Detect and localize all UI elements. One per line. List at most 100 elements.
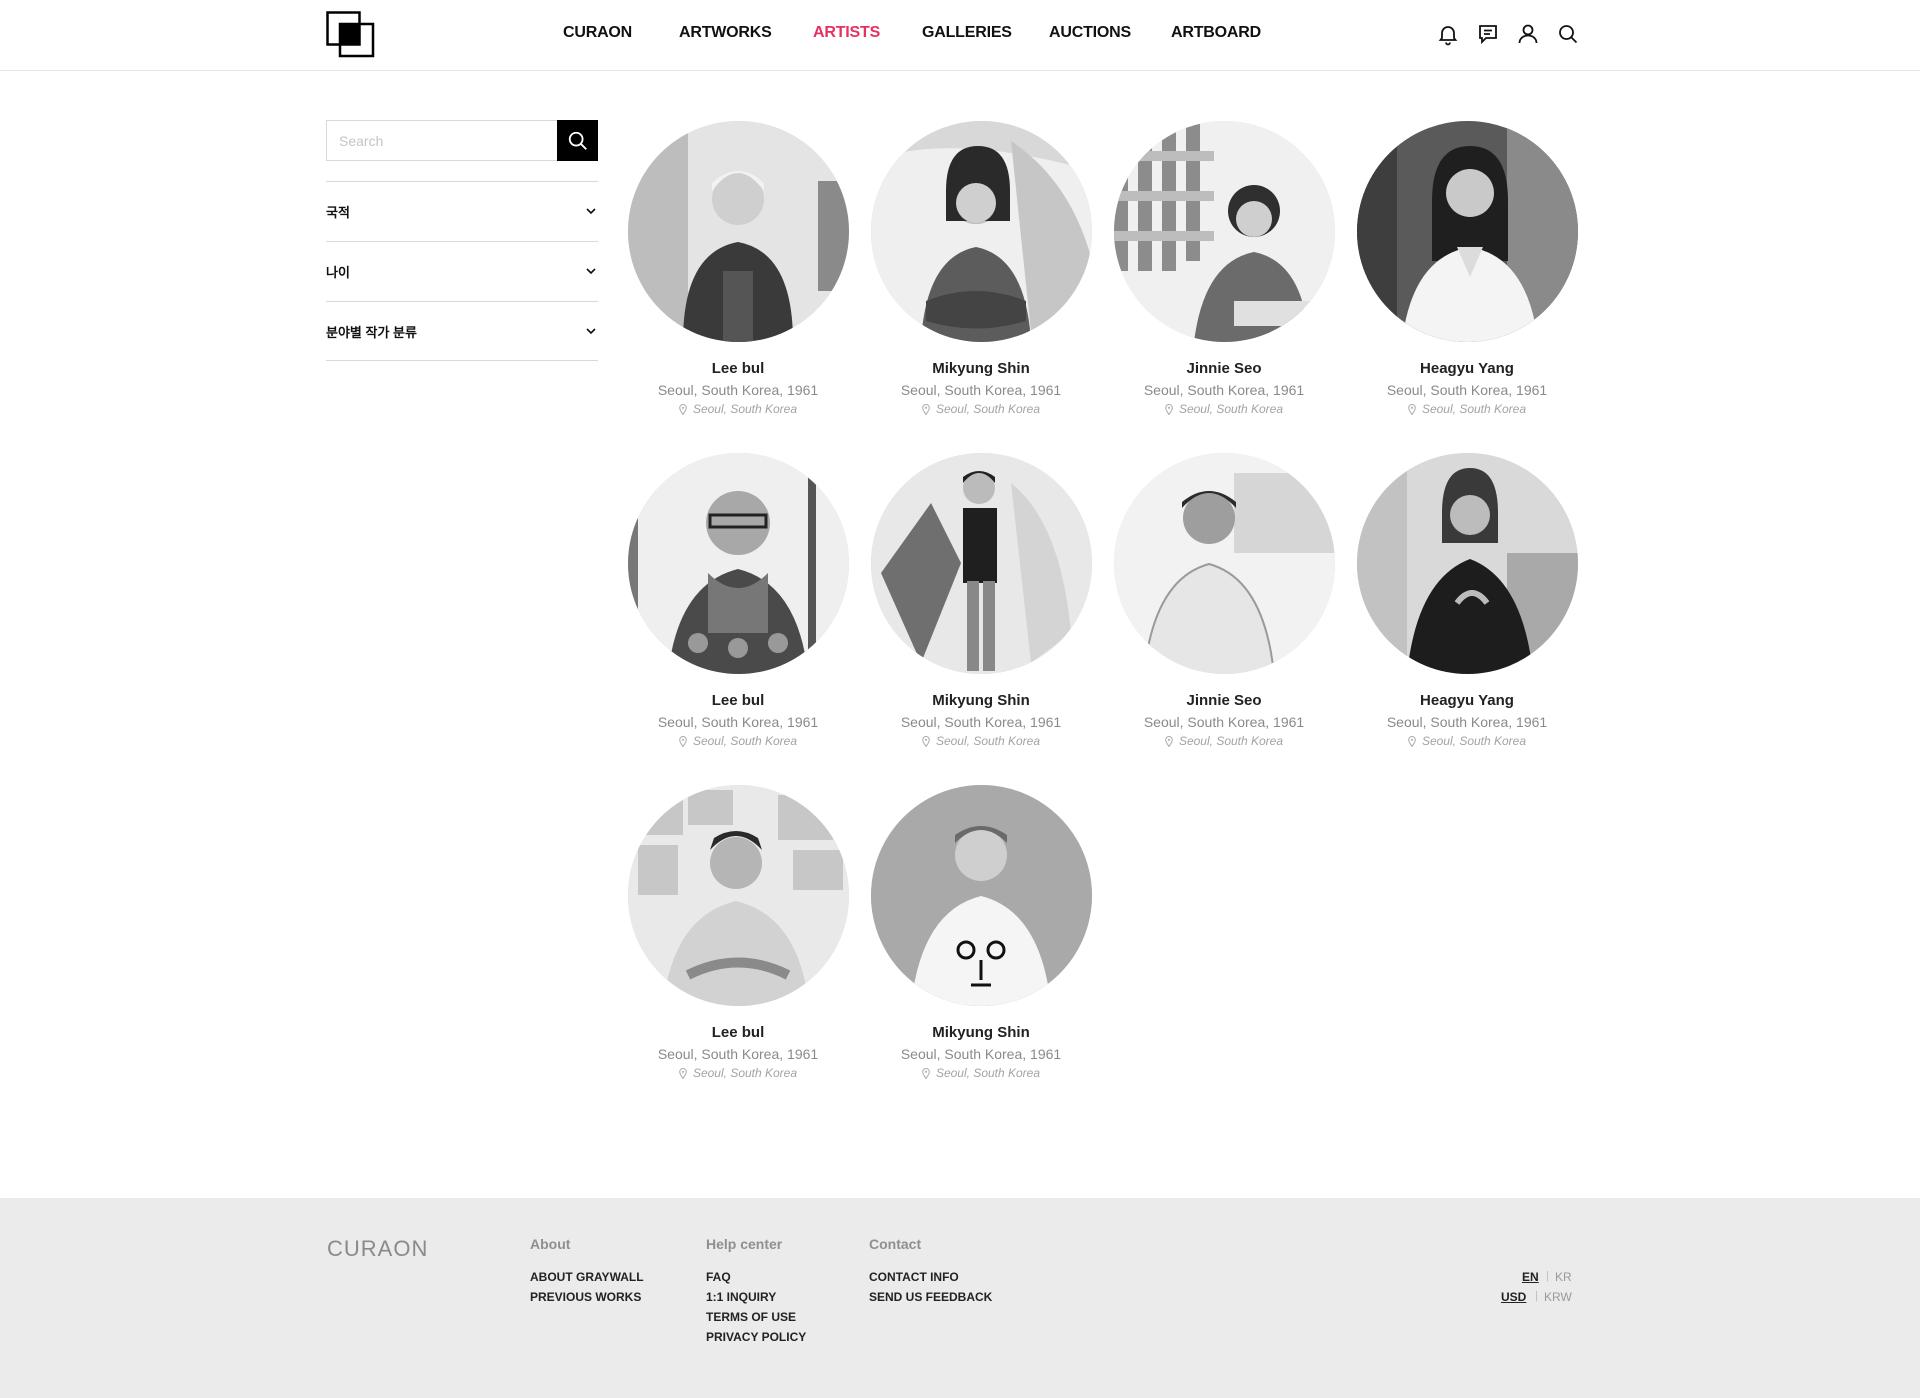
location-pin-icon bbox=[679, 403, 687, 415]
location-pin-icon bbox=[922, 403, 930, 415]
filter-nationality[interactable]: 국적 bbox=[326, 181, 598, 241]
nav-artboard[interactable]: ARTBOARD bbox=[1171, 24, 1261, 42]
location-text: Seoul, South Korea bbox=[1178, 402, 1284, 416]
filter-age[interactable]: 나이 bbox=[326, 241, 598, 301]
artist-card[interactable]: Mikyung Shin Seoul, South Korea, 1961 Se… bbox=[870, 453, 1092, 748]
location-text: Seoul, South Korea bbox=[935, 1066, 1041, 1080]
artist-name: Heagyu Yang bbox=[1420, 360, 1514, 377]
language-kr[interactable]: KR bbox=[1555, 1270, 1572, 1284]
artist-location: Seoul, South Korea bbox=[1113, 402, 1335, 416]
footer-link-privacy[interactable]: PRIVACY POLICY bbox=[706, 1330, 806, 1344]
footer-help-title: Help center bbox=[706, 1236, 783, 1252]
artist-info: Seoul, South Korea, 1961 bbox=[657, 382, 819, 398]
artist-location: Seoul, South Korea bbox=[627, 1066, 849, 1080]
filter-label: 분야별 작가 분류 bbox=[326, 325, 417, 340]
artist-card[interactable]: Jinnie Seo Seoul, South Korea, 1961 Seou… bbox=[1113, 121, 1335, 416]
footer-link-feedback[interactable]: SEND US FEEDBACK bbox=[869, 1290, 992, 1304]
artist-card[interactable]: Mikyung Shin Seoul, South Korea, 1961 Se… bbox=[870, 121, 1092, 416]
artist-info: Seoul, South Korea, 1961 bbox=[1386, 714, 1548, 730]
artist-info: Seoul, South Korea, 1961 bbox=[1386, 382, 1548, 398]
artist-photo bbox=[627, 785, 849, 1006]
nav-auctions[interactable]: AUCTIONS bbox=[1049, 24, 1131, 42]
artist-info: Seoul, South Korea, 1961 bbox=[1143, 714, 1305, 730]
nav-artists[interactable]: ARTISTS bbox=[813, 24, 880, 42]
main-nav: CURAON ARTWORKS ARTISTS GALLERIES AUCTIO… bbox=[0, 0, 1920, 71]
site-footer: CURAON About ABOUT GRAYWALL PREVIOUS WOR… bbox=[0, 1198, 1920, 1398]
location-text: Seoul, South Korea bbox=[1421, 402, 1527, 416]
location-pin-icon bbox=[679, 1067, 687, 1079]
search-button[interactable] bbox=[557, 120, 598, 161]
artist-info: Seoul, South Korea, 1961 bbox=[900, 714, 1062, 730]
artist-photo bbox=[870, 453, 1092, 674]
artist-location: Seoul, South Korea bbox=[870, 402, 1092, 416]
artist-card[interactable]: Lee bul Seoul, South Korea, 1961 Seoul, … bbox=[627, 785, 849, 1080]
nav-artworks[interactable]: ARTWORKS bbox=[679, 24, 772, 42]
artist-card[interactable]: Lee bul Seoul, South Korea, 1961 Seoul, … bbox=[627, 121, 849, 416]
filter-label: 국적 bbox=[326, 205, 350, 220]
artist-location: Seoul, South Korea bbox=[627, 734, 849, 748]
artist-location: Seoul, South Korea bbox=[627, 402, 849, 416]
artist-card[interactable]: Jinnie Seo Seoul, South Korea, 1961 Seou… bbox=[1113, 453, 1335, 748]
artist-name: Mikyung Shin bbox=[932, 1024, 1030, 1041]
bell-icon[interactable] bbox=[1436, 22, 1460, 46]
artist-card[interactable]: Heagyu Yang Seoul, South Korea, 1961 Seo… bbox=[1356, 121, 1578, 416]
search-icon bbox=[568, 131, 587, 150]
footer-link-terms[interactable]: TERMS OF USE bbox=[706, 1310, 796, 1324]
search-icon[interactable] bbox=[1556, 22, 1580, 46]
footer-link-faq[interactable]: FAQ bbox=[706, 1270, 731, 1284]
artist-location: Seoul, South Korea bbox=[870, 734, 1092, 748]
artist-card[interactable]: Heagyu Yang Seoul, South Korea, 1961 Seo… bbox=[1356, 453, 1578, 748]
footer-brand[interactable]: CURAON bbox=[327, 1236, 428, 1262]
footer-link-previous-works[interactable]: PREVIOUS WORKS bbox=[530, 1290, 641, 1304]
chevron-down-icon bbox=[586, 208, 596, 215]
search-input[interactable] bbox=[326, 120, 558, 161]
artist-name: Heagyu Yang bbox=[1420, 692, 1514, 709]
artist-card[interactable]: Lee bul Seoul, South Korea, 1961 Seoul, … bbox=[627, 453, 849, 748]
artist-info: Seoul, South Korea, 1961 bbox=[657, 714, 819, 730]
nav-galleries[interactable]: GALLERIES bbox=[922, 24, 1012, 42]
location-pin-icon bbox=[922, 735, 930, 747]
artist-name: Mikyung Shin bbox=[932, 692, 1030, 709]
artist-info: Seoul, South Korea, 1961 bbox=[900, 1046, 1062, 1062]
filter-field[interactable]: 분야별 작가 분류 bbox=[326, 301, 598, 361]
artist-photo bbox=[1113, 121, 1335, 342]
footer-link-contact-info[interactable]: CONTACT INFO bbox=[869, 1270, 959, 1284]
artist-photo bbox=[1113, 453, 1335, 674]
nav-curaon[interactable]: CURAON bbox=[563, 24, 632, 42]
chevron-down-icon bbox=[586, 268, 596, 275]
artist-info: Seoul, South Korea, 1961 bbox=[900, 382, 1062, 398]
artist-photo bbox=[627, 453, 849, 674]
artist-name: Lee bul bbox=[711, 1024, 765, 1041]
currency-krw[interactable]: KRW bbox=[1544, 1290, 1572, 1304]
artist-location: Seoul, South Korea bbox=[1356, 734, 1578, 748]
artist-search bbox=[326, 120, 598, 161]
user-icon[interactable] bbox=[1516, 22, 1540, 46]
artist-photo bbox=[1356, 453, 1578, 674]
artist-name: Jinnie Seo bbox=[1186, 692, 1262, 709]
message-icon[interactable] bbox=[1476, 22, 1500, 46]
footer-about-title: About bbox=[530, 1236, 571, 1252]
location-pin-icon bbox=[1165, 735, 1173, 747]
language-en[interactable]: EN bbox=[1522, 1270, 1539, 1284]
footer-link-inquiry[interactable]: 1:1 INQUIRY bbox=[706, 1290, 776, 1304]
filter-label: 나이 bbox=[326, 265, 350, 280]
footer-contact-title: Contact bbox=[869, 1236, 922, 1252]
location-pin-icon bbox=[1408, 735, 1416, 747]
footer-link-about-graywall[interactable]: ABOUT GRAYWALL bbox=[530, 1270, 644, 1284]
site-header: CURAON ARTWORKS ARTISTS GALLERIES AUCTIO… bbox=[0, 0, 1920, 71]
artist-info: Seoul, South Korea, 1961 bbox=[1143, 382, 1305, 398]
artist-photo bbox=[870, 121, 1092, 342]
location-pin-icon bbox=[922, 1067, 930, 1079]
artist-card[interactable]: Mikyung Shin Seoul, South Korea, 1961 Se… bbox=[870, 785, 1092, 1080]
artist-location: Seoul, South Korea bbox=[1113, 734, 1335, 748]
currency-usd[interactable]: USD bbox=[1501, 1290, 1526, 1304]
chevron-down-icon bbox=[586, 328, 596, 335]
artist-name: Jinnie Seo bbox=[1186, 360, 1262, 377]
artist-name: Lee bul bbox=[711, 692, 765, 709]
location-pin-icon bbox=[1408, 403, 1416, 415]
location-text: Seoul, South Korea bbox=[692, 1066, 798, 1080]
artist-photo bbox=[1356, 121, 1578, 342]
location-pin-icon bbox=[1165, 403, 1173, 415]
language-separator: | bbox=[1546, 1270, 1549, 1282]
artist-location: Seoul, South Korea bbox=[1356, 402, 1578, 416]
